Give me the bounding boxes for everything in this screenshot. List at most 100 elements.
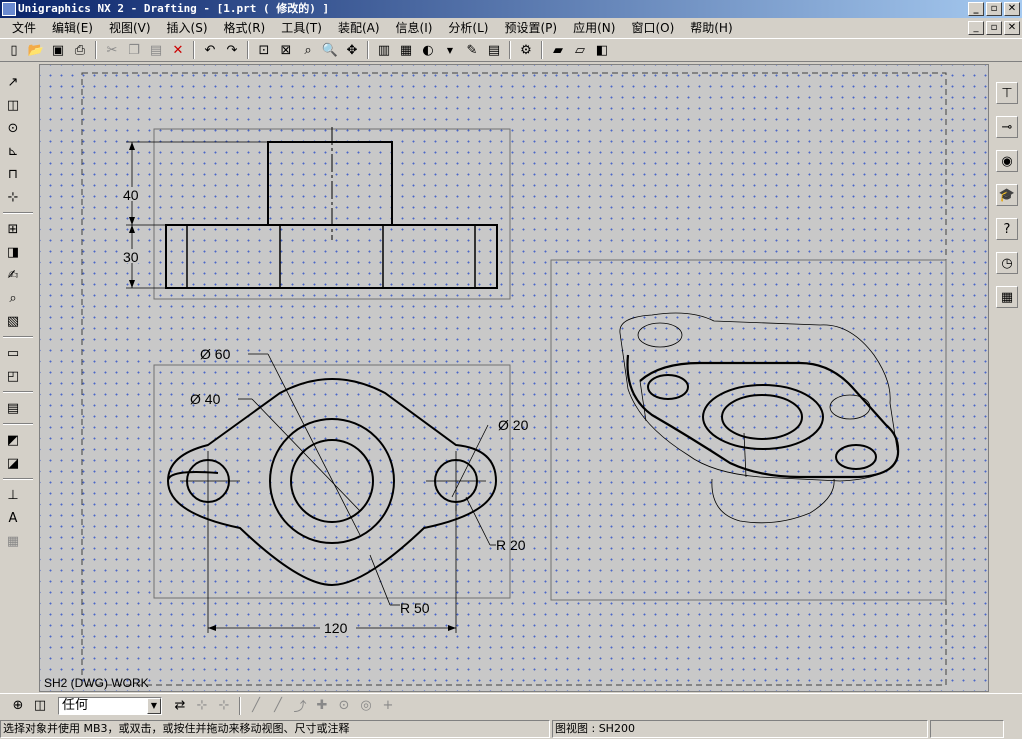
zoom-window-icon[interactable]: ⊠ — [276, 40, 296, 60]
menu-assembly[interactable]: 装配(A) — [330, 18, 388, 38]
symbol-icon[interactable]: ▦ — [3, 531, 23, 551]
assembly-icon[interactable]: ⚙ — [516, 40, 536, 60]
menu-info[interactable]: 信息(I) — [388, 18, 441, 38]
sheet-open-icon[interactable]: ◰ — [3, 366, 23, 386]
edit-view-icon[interactable]: ◨ — [3, 242, 23, 262]
palette-icon[interactable]: ▦ — [996, 286, 1018, 308]
menu-help[interactable]: 帮助(H) — [682, 18, 740, 38]
dimension-icon[interactable]: ⊥ — [3, 485, 23, 505]
new-file-icon[interactable]: ▯ — [4, 40, 24, 60]
menu-tools[interactable]: 工具(T) — [273, 18, 330, 38]
edit-object-icon[interactable]: ✎ — [462, 40, 482, 60]
select-deselect-icon[interactable]: ⊹ — [192, 696, 212, 716]
menu-insert[interactable]: 插入(S) — [159, 18, 216, 38]
drafting-icon-1[interactable]: ▰ — [548, 40, 568, 60]
section-icon[interactable]: ▤ — [3, 398, 23, 418]
menu-analysis[interactable]: 分析(L) — [440, 18, 496, 38]
select-chain-icon[interactable]: ⊹ — [214, 696, 234, 716]
history-icon[interactable]: ◷ — [996, 252, 1018, 274]
annotation-icon[interactable]: A — [3, 508, 23, 528]
save-icon[interactable]: ▣ — [48, 40, 68, 60]
menu-application[interactable]: 应用(N) — [565, 18, 623, 38]
snap-arc-center-icon[interactable]: ⊙ — [334, 696, 354, 716]
print-icon[interactable]: ⎙ — [70, 40, 90, 60]
doc-restore-button[interactable]: ▫ — [986, 21, 1002, 35]
cut-icon[interactable]: ✂ — [102, 40, 122, 60]
snap-midpoint-icon[interactable]: ╱ — [268, 696, 288, 716]
doc-minimize-button[interactable]: _ — [968, 21, 984, 35]
datum-icon[interactable]: ⊹ — [3, 187, 23, 207]
dim-height-bottom[interactable]: 30 — [123, 249, 139, 265]
drafting-icon-2[interactable]: ▱ — [570, 40, 590, 60]
dim-height-top[interactable]: 40 — [123, 187, 139, 203]
display-icon[interactable]: ◐ — [418, 40, 438, 60]
standard-toolbar: ▯ 📂 ▣ ⎙ ✂ ❐ ▤ ✕ ↶ ↷ ⊡ ⊠ ⌕ 🔍 ✥ ▥ ▦ ◐ ▼ ✎ … — [0, 38, 1022, 62]
view-select-icon[interactable]: ◪ — [3, 453, 23, 473]
minimize-button[interactable]: _ — [968, 2, 984, 16]
type-filter-select[interactable]: 任何 ▼ — [58, 696, 162, 715]
snap-existing-point-icon[interactable]: + — [378, 696, 398, 716]
training-icon[interactable]: 🎓 — [996, 184, 1018, 206]
snap-point-icon[interactable]: ⊕ — [8, 696, 28, 716]
isometric-view[interactable] — [550, 259, 947, 601]
snap-quadrant-icon[interactable]: ◎ — [356, 696, 376, 716]
menu-preferences[interactable]: 预设置(P) — [496, 18, 565, 38]
select-all-icon[interactable]: ⇄ — [170, 696, 190, 716]
assembly-navigator-icon[interactable]: ⊤ — [996, 82, 1018, 104]
select-filter-icon[interactable]: ◫ — [30, 696, 50, 716]
dim-dia-outer[interactable]: Ø 60 — [200, 346, 231, 362]
pan-icon[interactable]: ✥ — [342, 40, 362, 60]
redo-icon[interactable]: ↷ — [222, 40, 242, 60]
title-bar: Unigraphics NX 2 - Drafting - [1.prt ( 修… — [0, 0, 1022, 18]
menu-file[interactable]: 文件 — [4, 18, 44, 38]
part-navigator-icon[interactable]: ⊸ — [996, 116, 1018, 138]
dim-radius-small[interactable]: R 20 — [496, 537, 526, 553]
menu-view[interactable]: 视图(V) — [101, 18, 159, 38]
magnify-icon[interactable]: 🔍 — [320, 40, 340, 60]
snap-endpoint-icon[interactable]: ╱ — [246, 696, 266, 716]
dropdown-arrow-icon[interactable]: ▼ — [440, 40, 460, 60]
snap-control-icon[interactable]: ⤴ — [290, 696, 310, 716]
sketch-curve-icon[interactable]: ↗ — [3, 72, 23, 92]
zoom-icon[interactable]: ⌕ — [298, 40, 318, 60]
undo-icon[interactable]: ↶ — [200, 40, 220, 60]
fit-icon[interactable]: ⊡ — [254, 40, 274, 60]
help-icon[interactable]: ? — [996, 218, 1018, 240]
zoom-view-icon[interactable]: ⌕ — [3, 288, 23, 308]
chevron-down-icon[interactable]: ▼ — [147, 697, 161, 714]
sheet-new-icon[interactable]: ▭ — [3, 343, 23, 363]
point-icon[interactable]: ⊙ — [3, 118, 23, 138]
table-icon[interactable]: ⊓ — [3, 164, 23, 184]
layer-settings-icon[interactable]: ▥ — [374, 40, 394, 60]
maximize-button[interactable]: ▫ — [986, 2, 1002, 16]
menu-edit[interactable]: 编辑(E) — [44, 18, 101, 38]
csys-icon[interactable]: ⊾ — [3, 141, 23, 161]
detail-icon[interactable]: ◩ — [3, 430, 23, 450]
base-outline — [165, 224, 498, 289]
move-view-icon[interactable]: ✍ — [3, 265, 23, 285]
dim-radius-large[interactable]: R 50 — [400, 600, 430, 616]
front-view[interactable]: 40 30 — [122, 127, 511, 300]
image-icon[interactable]: ▧ — [3, 311, 23, 331]
drafting-icon-3[interactable]: ◧ — [592, 40, 612, 60]
dim-width[interactable]: 120 — [324, 620, 348, 636]
close-button[interactable]: ✕ — [1004, 2, 1020, 16]
dim-dia-hole[interactable]: Ø 20 — [498, 417, 529, 433]
paste-icon[interactable]: ▤ — [146, 40, 166, 60]
feature-icon[interactable]: ◫ — [3, 95, 23, 115]
doc-close-button[interactable]: ✕ — [1004, 21, 1020, 35]
status-bar: 选择对象并使用 MB3，或双击，或按住并拖动来移动视图、尺寸或注释 图视图 : … — [0, 718, 1022, 739]
open-file-icon[interactable]: 📂 — [26, 40, 46, 60]
dim-dia-inner[interactable]: Ø 40 — [190, 391, 221, 407]
menu-window[interactable]: 窗口(O) — [623, 18, 682, 38]
snap-intersection-icon[interactable]: ✚ — [312, 696, 332, 716]
copy-icon[interactable]: ❐ — [124, 40, 144, 60]
top-view[interactable]: Ø 60 Ø 40 Ø 20 R 20 R 50 120 — [153, 346, 529, 636]
drawing-canvas[interactable]: 40 30 Ø 60 Ø 40 Ø 20 R 20 R 50 120 SH2 (… — [39, 64, 989, 692]
menu-format[interactable]: 格式(R) — [216, 18, 274, 38]
layer-visible-icon[interactable]: ▦ — [396, 40, 416, 60]
web-browser-icon[interactable]: ◉ — [996, 150, 1018, 172]
information-icon[interactable]: ▤ — [484, 40, 504, 60]
add-view-icon[interactable]: ⊞ — [3, 219, 23, 239]
delete-icon[interactable]: ✕ — [168, 40, 188, 60]
